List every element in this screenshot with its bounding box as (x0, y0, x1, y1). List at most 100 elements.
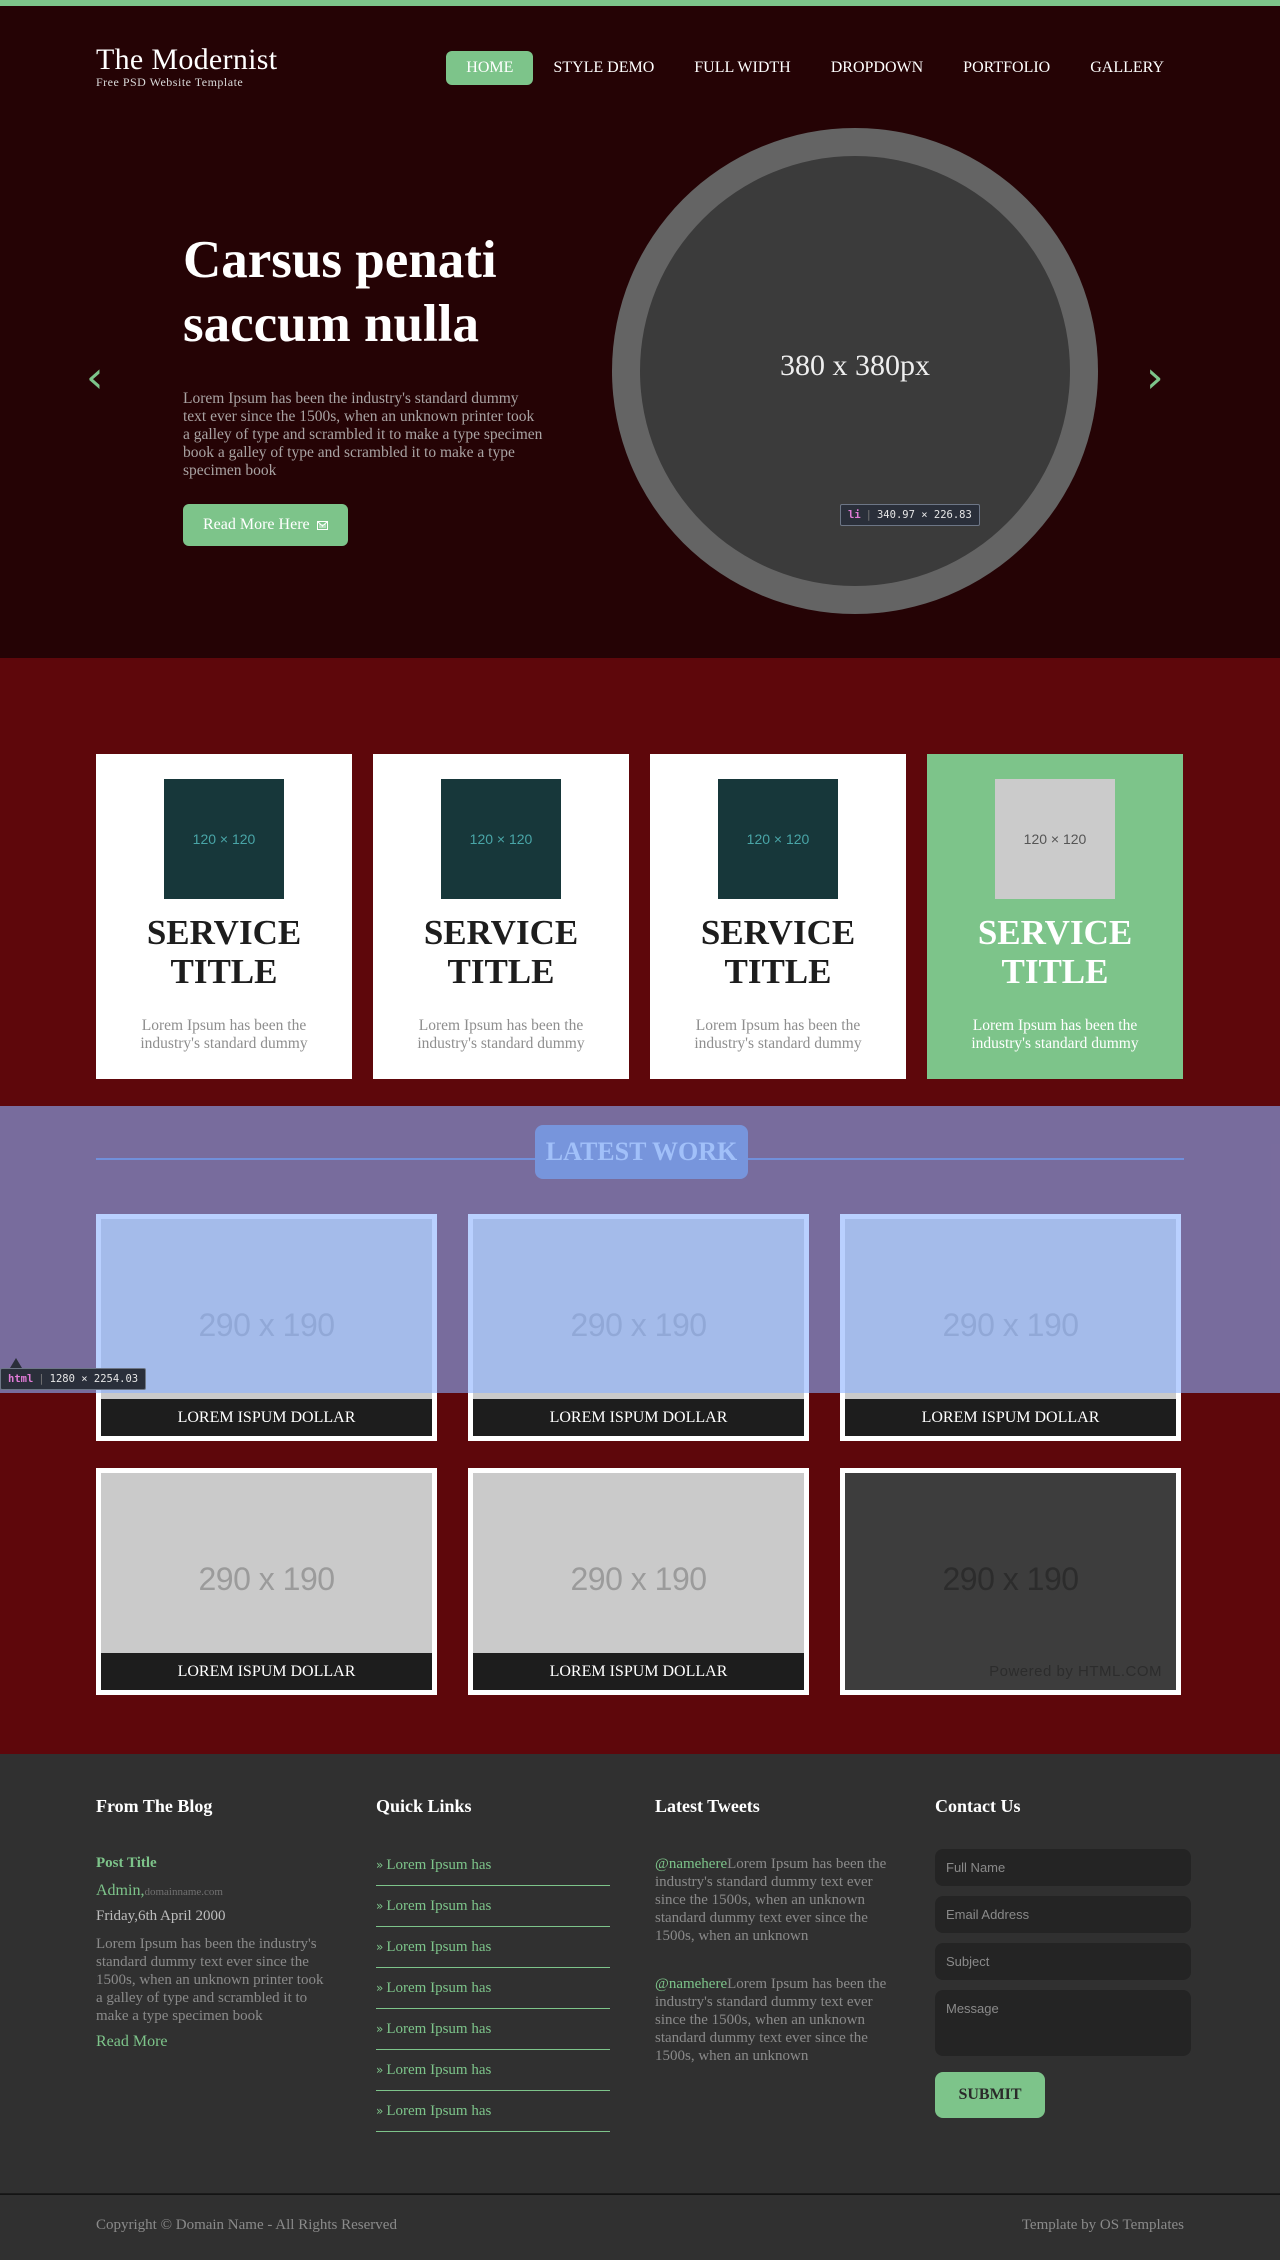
read-more-button[interactable]: Read More Here (183, 504, 348, 546)
tweet-handle[interactable]: @namehere (655, 1856, 727, 1872)
post-title[interactable]: Post Title (96, 1855, 332, 1872)
full-name-field[interactable] (935, 1849, 1191, 1886)
nav-item-portfolio[interactable]: PORTFOLIO (943, 51, 1070, 85)
service-title: SERVICE TITLE (977, 913, 1133, 991)
quick-link-label: Lorem Ipsum has (386, 1980, 492, 1996)
post-date: Friday,6th April 2000 (96, 1908, 226, 1924)
portfolio-item[interactable]: 290 x 190 LOREM ISPUM DOLLAR (468, 1468, 809, 1695)
portfolio-item[interactable]: 290 x 190 LOREM ISPUM DOLLAR (96, 1468, 437, 1695)
quick-link-label: Lorem Ipsum has (386, 2021, 492, 2037)
service-card[interactable]: 120 × 120 SERVICE TITLE Lorem Ipsum has … (373, 754, 629, 1079)
footer-tweets: Latest Tweets @namehereLorem Ipsum has b… (655, 1796, 889, 2065)
double-chevron-right-icon: » (376, 2104, 384, 2118)
email-field[interactable] (935, 1896, 1191, 1933)
latest-work-heading: LATEST WORK (535, 1125, 748, 1179)
slider-next-icon[interactable]: › (1146, 356, 1164, 400)
quick-links-title: Quick Links (376, 1796, 472, 1816)
double-chevron-right-icon: » (376, 1899, 384, 1913)
template-credit[interactable]: Template by OS Templates (1022, 2217, 1184, 2234)
services-section: 120 × 120 SERVICE TITLE Lorem Ipsum has … (0, 658, 1280, 1112)
portfolio-caption: LOREM ISPUM DOLLAR (473, 1399, 804, 1436)
quick-link[interactable]: » Lorem Ipsum has (376, 2050, 610, 2091)
portfolio-image-label: 290 x 190 (942, 1561, 1079, 1597)
portfolio-item[interactable]: 290 x 190 LOREM ISPUM DOLLAR (468, 1214, 809, 1441)
portfolio-image: 290 x 190 LOREM ISPUM DOLLAR (473, 1473, 804, 1690)
quick-link-label: Lorem Ipsum has (386, 1898, 492, 1914)
service-desc: Lorem Ipsum has been the industry's stan… (971, 1017, 1139, 1052)
post-domain[interactable]: domainname.com (144, 1886, 223, 1898)
footer-blog-title: From The Blog (96, 1796, 213, 1816)
portfolio-image-label: 290 x 190 (198, 1307, 335, 1343)
service-image: 120 × 120 (441, 779, 561, 899)
devtools-tag: html (8, 1373, 34, 1385)
nav-item-style-demo[interactable]: STYLE DEMO (533, 51, 674, 85)
portfolio-image-label: 290 x 190 (570, 1561, 707, 1597)
service-title: SERVICE TITLE (700, 913, 856, 991)
hero-image-label: 380 x 380px (780, 349, 930, 382)
post-read-more-link[interactable]: Read More (96, 2033, 332, 2051)
service-title: SERVICE TITLE (423, 913, 579, 991)
portfolio-caption: LOREM ISPUM DOLLAR (101, 1399, 432, 1436)
portfolio-item[interactable]: 290 x 190 LOREM ISPUM DOLLAR (96, 1214, 437, 1441)
service-title: SERVICE TITLE (146, 913, 302, 991)
post-author: Admin,domainname.com (96, 1882, 332, 1900)
service-card-featured[interactable]: 120 × 120 SERVICE TITLE Lorem Ipsum has … (927, 754, 1183, 1079)
portfolio-image: 290 x 190 Powered by HTML.COM (845, 1473, 1176, 1690)
quick-link[interactable]: » Lorem Ipsum has (376, 2091, 610, 2132)
portfolio-image-label: 290 x 190 (942, 1307, 1079, 1343)
devtools-tooltip-html: html | 1280 × 2254.03 (0, 1368, 147, 1390)
subject-field[interactable] (935, 1943, 1191, 1980)
quick-link[interactable]: » Lorem Ipsum has (376, 1845, 610, 1886)
quick-links-list: » Lorem Ipsum has » Lorem Ipsum has » Lorem… (376, 1845, 610, 2132)
hero-title: Carsus penati saccum nulla (183, 231, 497, 353)
nav-item-gallery[interactable]: GALLERY (1070, 51, 1184, 85)
brand-name[interactable]: The Modernist (96, 44, 277, 76)
hero-section: The Modernist Free PSD Website Template … (0, 6, 1280, 658)
service-desc: Lorem Ipsum has been the industry's stan… (140, 1017, 308, 1052)
nav-item-dropdown[interactable]: DROPDOWN (811, 51, 943, 85)
service-desc: Lorem Ipsum has been the industry's stan… (694, 1017, 862, 1052)
double-chevron-right-icon: » (376, 2022, 384, 2036)
nav-item-home[interactable]: HOME (446, 51, 534, 85)
footer: From The Blog Post Title Admin,domainnam… (0, 1754, 1280, 2194)
latest-work-section: LATEST WORK 290 x 190 LOREM ISPUM DOLLAR… (0, 1112, 1280, 1754)
portfolio-caption: LOREM ISPUM DOLLAR (101, 1653, 432, 1690)
brand-tagline: Free PSD Website Template (96, 75, 244, 89)
service-image: 120 × 120 (718, 779, 838, 899)
quick-link-label: Lorem Ipsum has (386, 1857, 492, 1873)
post-author-name[interactable]: Admin, (96, 1882, 144, 1899)
post-body: Lorem Ipsum has been the industry's stan… (96, 1936, 324, 2024)
message-field[interactable] (935, 1990, 1191, 2056)
service-card[interactable]: 120 × 120 SERVICE TITLE Lorem Ipsum has … (96, 754, 352, 1079)
contact-form: SUBMIT (935, 1849, 1191, 2118)
slider-prev-icon[interactable]: ‹ (86, 356, 104, 400)
portfolio-item[interactable]: 290 x 190 Powered by HTML.COM (840, 1468, 1181, 1695)
portfolio-image: 290 x 190 LOREM ISPUM DOLLAR (473, 1219, 804, 1436)
nav-item-full-width[interactable]: FULL WIDTH (674, 51, 810, 85)
service-card[interactable]: 120 × 120 SERVICE TITLE Lorem Ipsum has … (650, 754, 906, 1079)
hero-image-ring: 380 x 380px (612, 128, 1098, 614)
portfolio-image: 290 x 190 LOREM ISPUM DOLLAR (101, 1473, 432, 1690)
portfolio-caption: LOREM ISPUM DOLLAR (473, 1653, 804, 1690)
portfolio-caption: LOREM ISPUM DOLLAR (845, 1399, 1176, 1436)
double-chevron-right-icon: » (376, 1981, 384, 1995)
quick-link[interactable]: » Lorem Ipsum has (376, 1927, 610, 1968)
copyright-text: Copyright © Domain Name - All Rights Res… (96, 2217, 397, 2233)
quick-link[interactable]: » Lorem Ipsum has (376, 1886, 610, 1927)
copyright-bar: Copyright © Domain Name - All Rights Res… (0, 2194, 1280, 2260)
devtools-size: 1280 × 2254.03 (49, 1373, 139, 1385)
tweet: @namehereLorem Ipsum has been the indust… (655, 1855, 889, 1945)
footer-contact: Contact Us SUBMIT (935, 1796, 1191, 2118)
submit-button[interactable]: SUBMIT (935, 2072, 1045, 2118)
quick-link[interactable]: » Lorem Ipsum has (376, 1968, 610, 2009)
portfolio-item[interactable]: 290 x 190 LOREM ISPUM DOLLAR (840, 1214, 1181, 1441)
portfolio-image: 290 x 190 LOREM ISPUM DOLLAR (845, 1219, 1176, 1436)
service-image: 120 × 120 (164, 779, 284, 899)
double-chevron-right-icon: » (376, 2063, 384, 2077)
tweet-handle[interactable]: @namehere (655, 1976, 727, 1992)
quick-link-label: Lorem Ipsum has (386, 2103, 492, 2119)
brand[interactable]: The Modernist Free PSD Website Template (96, 44, 277, 89)
quick-link[interactable]: » Lorem Ipsum has (376, 2009, 610, 2050)
portfolio-image-label: 290 x 190 (570, 1307, 707, 1343)
devtools-tooltip-caret (10, 1358, 22, 1368)
